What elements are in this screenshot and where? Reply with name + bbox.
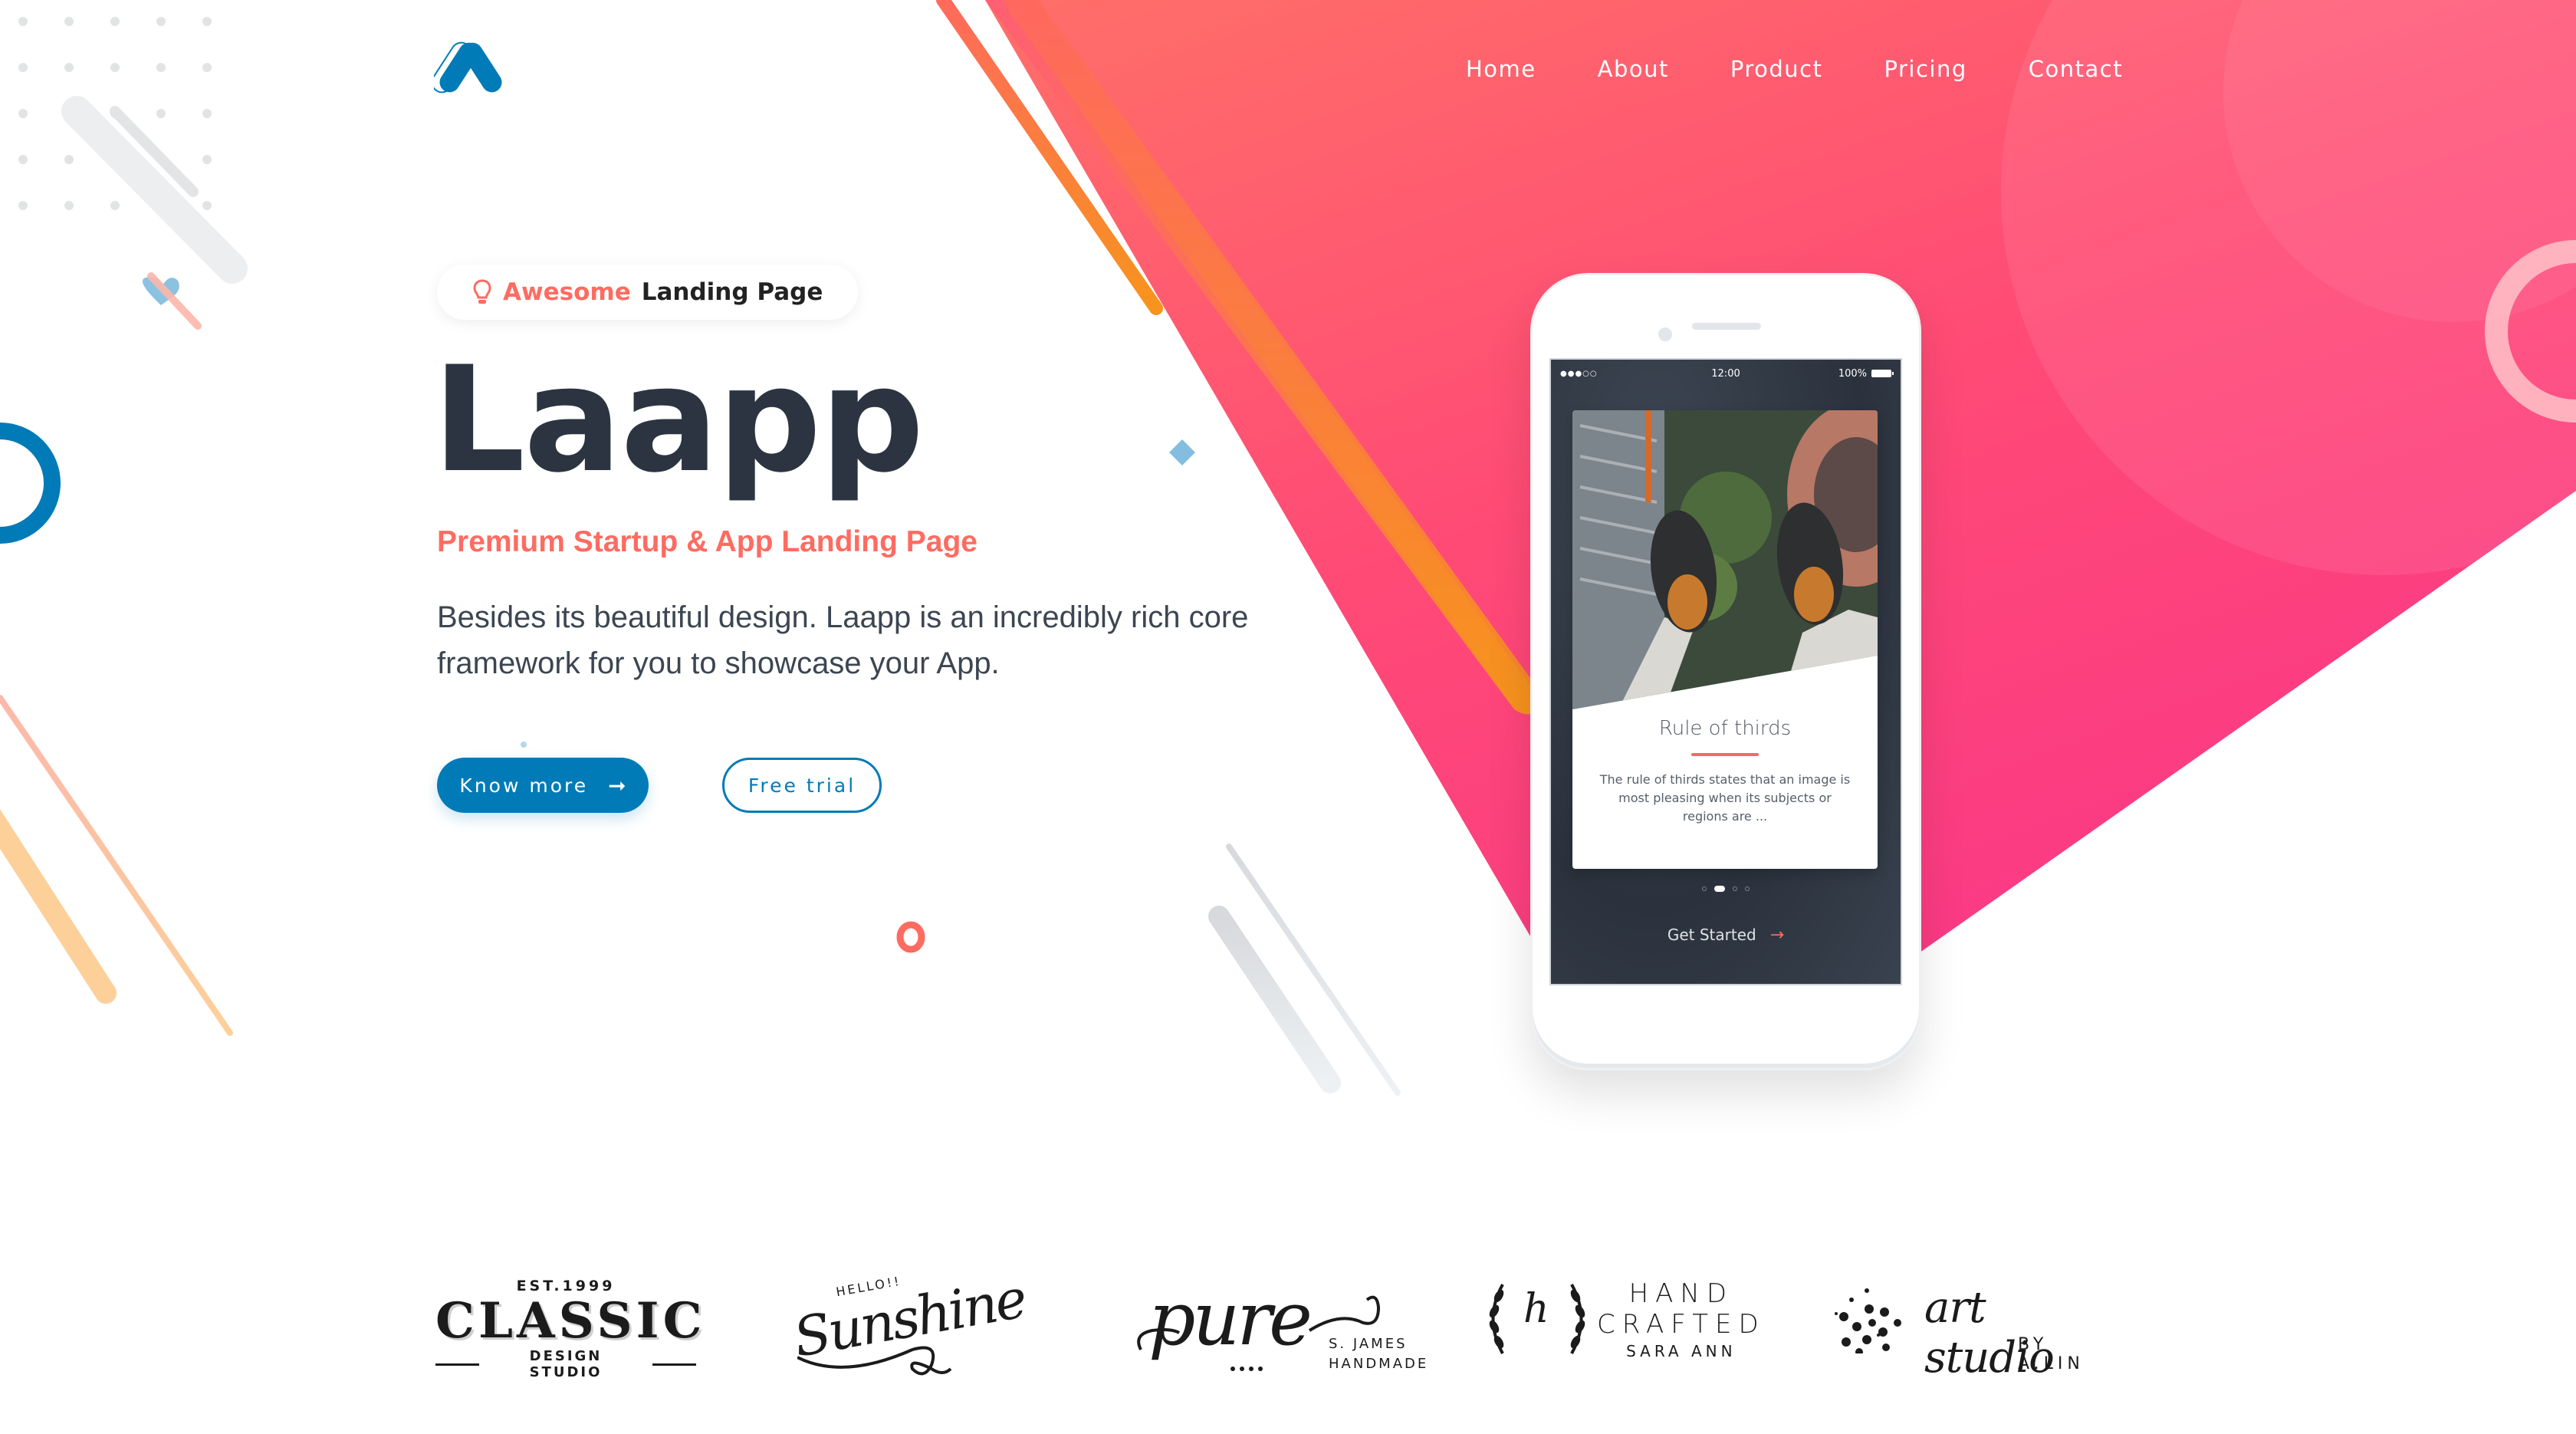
hero-medium-circle: [2223, 0, 2576, 322]
classic-sub: DESIGN STUDIO: [435, 1348, 696, 1380]
grey-bar-center-thin: [1226, 844, 1401, 1096]
brand-logo[interactable]: [431, 37, 511, 98]
battery-group: 100%: [1838, 367, 1894, 380]
card-title-underline: [1691, 753, 1759, 756]
client-logo-classic: EST.1999 CLASSIC DESIGN STUDIO: [435, 1278, 706, 1380]
nav-product[interactable]: Product: [1730, 54, 1823, 84]
peach-diagonal-thick: [0, 809, 117, 1004]
phone-mockup: ●●●○○ 12:00 100% Rule of thirds The rule…: [1530, 273, 1921, 1071]
phone-camera: [1658, 327, 1672, 341]
blue-ring-left: [0, 423, 61, 544]
hand-crafted-mark: h: [1523, 1286, 1549, 1332]
card-photo: [1572, 410, 1878, 709]
card-title: Rule of thirds: [1658, 717, 1792, 740]
nav-pricing[interactable]: Pricing: [1884, 54, 1967, 84]
sunshine-swirl: [797, 1346, 952, 1376]
signal-indicator: ●●●○○: [1560, 369, 1598, 378]
card-text: The rule of thirds states that an image …: [1599, 772, 1851, 824]
dot-cluster-icon: [1835, 1288, 1901, 1353]
hand-crafted-text: HAND CRAFTED SARA ANN: [1597, 1278, 1766, 1360]
get-started-label: Get Started: [1667, 926, 1756, 944]
pagination-dot-1[interactable]: [1702, 886, 1707, 891]
dot-grid: [18, 17, 212, 210]
grey-bar-left-wide: [61, 96, 248, 284]
sneakers-photo: [1572, 410, 1878, 709]
phone-screen: ●●●○○ 12:00 100% Rule of thirds The rule…: [1549, 358, 1902, 985]
blue-diamond: [1169, 439, 1195, 465]
know-more-button[interactable]: Know more ➞: [437, 758, 649, 813]
main-nav: Home About Product Pricing Contact: [1466, 54, 2123, 84]
hero-subtitle: Premium Startup & App Landing Page: [437, 525, 978, 558]
pagination-dot-4[interactable]: [1745, 886, 1750, 891]
tiny-blue-dot: [521, 742, 527, 748]
coral-ring: [896, 921, 925, 953]
client-logo-sunshine: HELLO!! Sunshine: [789, 1267, 1030, 1380]
arrow-right-icon: ➞: [608, 772, 626, 798]
onboarding-card[interactable]: Rule of thirds The rule of thirds states…: [1572, 410, 1878, 869]
pure-side-text: S. JAMES HANDMADE: [1329, 1336, 1429, 1372]
hero-badge: Awesome Landing Page: [437, 265, 859, 320]
client-logo-pure: pure S. JAMES HANDMADE: [1133, 1273, 1426, 1380]
peach-stick-small: [147, 272, 202, 330]
pagination-dot-3[interactable]: [1733, 886, 1737, 891]
peach-diagonal-thin: [0, 695, 233, 1036]
hero-background: [0, 0, 2576, 1096]
hero-title: Laapp: [432, 335, 925, 505]
art-studio-by: BY A.LIN: [2018, 1335, 2085, 1373]
know-more-label: Know more: [459, 774, 589, 797]
orange-diagonal-thick: [1004, 0, 1541, 713]
hero-large-circle: [2001, 0, 2576, 575]
client-logo-art-studio: art studio BY A.LIN: [1832, 1277, 2124, 1383]
arrow-right-icon: →: [1769, 926, 1785, 945]
nav-home[interactable]: Home: [1466, 54, 1536, 84]
get-started-button[interactable]: Get Started →: [1551, 926, 1901, 945]
client-logo-hand-crafted: h HAND CRAFTED SARA ANN: [1484, 1277, 1759, 1369]
blue-heart-shape: [142, 277, 179, 305]
battery-icon: [1871, 370, 1894, 377]
carousel-pagination: [1551, 886, 1901, 892]
status-time: 12:00: [1711, 367, 1740, 380]
orange-diagonal-thin: [936, 0, 1163, 315]
hero-ring-right: [2485, 240, 2576, 423]
grey-bar-left-thin: [110, 106, 199, 197]
battery-percent: 100%: [1838, 367, 1867, 380]
badge-text: Landing Page: [641, 278, 823, 306]
nav-contact[interactable]: Contact: [2029, 54, 2123, 84]
badge-highlight: Awesome: [503, 278, 631, 306]
hero-description: Besides its beautiful design. Laapp is a…: [437, 600, 1249, 680]
status-bar: ●●●○○ 12:00 100%: [1551, 360, 1901, 387]
nav-about[interactable]: About: [1598, 54, 1669, 84]
phone-speaker: [1692, 323, 1761, 330]
free-trial-button[interactable]: Free trial: [722, 758, 882, 813]
laapp-logo-icon: [431, 41, 502, 94]
pagination-dot-2[interactable]: [1714, 886, 1725, 892]
grey-bar-center-wide: [1208, 906, 1341, 1094]
classic-main: CLASSIC: [435, 1292, 706, 1350]
lightbulb-icon: [473, 279, 491, 304]
